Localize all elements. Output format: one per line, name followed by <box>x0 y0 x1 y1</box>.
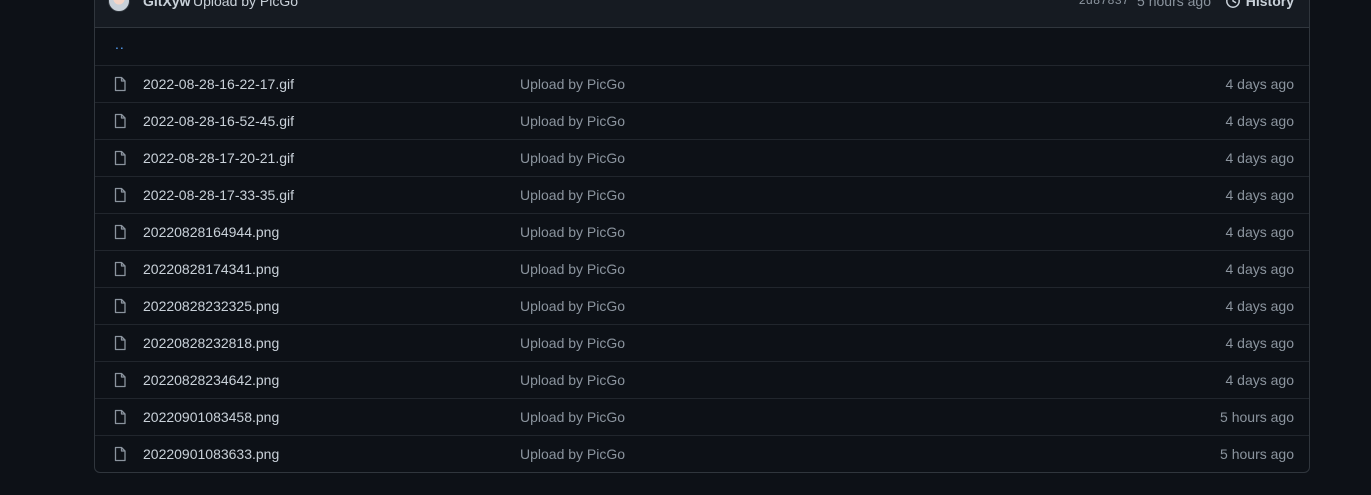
history-button[interactable]: History <box>1225 0 1294 9</box>
file-browser: GitXyw Upload by PicGo 2d87837 5 hours a… <box>94 0 1310 473</box>
file-row[interactable]: 20220901083458.png Upload by PicGo 5 hours… <box>95 398 1309 434</box>
commit-message[interactable]: Upload by PicGo <box>193 0 298 9</box>
file-name-link[interactable]: 20220828232818.png <box>143 335 279 351</box>
file-name-link[interactable]: 20220828164944.png <box>143 224 279 240</box>
commit-time: 5 hours ago <box>1137 0 1211 9</box>
file-commit-message[interactable]: Upload by PicGo <box>520 187 625 203</box>
file-name-link[interactable]: 2022-08-28-17-20-21.gif <box>143 150 294 166</box>
file-age: 4 days ago <box>1225 372 1295 388</box>
file-name-link[interactable]: 20220828232325.png <box>143 298 279 314</box>
file-row[interactable]: 20220828234642.png Upload by PicGo 4 days … <box>95 361 1309 397</box>
commit-sha[interactable]: 2d87837 <box>1079 0 1129 8</box>
file-age: 4 days ago <box>1225 187 1295 203</box>
file-name-link[interactable]: 2022-08-28-16-52-45.gif <box>143 113 294 129</box>
file-name-link[interactable]: 2022-08-28-16-22-17.gif <box>143 76 294 92</box>
file-commit-message[interactable]: Upload by PicGo <box>520 150 625 166</box>
file-icon <box>114 224 126 240</box>
parent-directory-row[interactable]: .. <box>95 28 1309 64</box>
file-icon <box>114 76 126 92</box>
latest-commit-bar: GitXyw Upload by PicGo 2d87837 5 hours a… <box>95 0 1309 28</box>
file-name-link[interactable]: 2022-08-28-17-33-35.gif <box>143 187 294 203</box>
file-name-link[interactable]: 20220901083633.png <box>143 446 279 462</box>
file-age: 4 days ago <box>1225 150 1295 166</box>
file-row[interactable]: 20220828232818.png Upload by PicGo 4 days … <box>95 324 1309 360</box>
clock-icon <box>1225 0 1240 8</box>
file-age: 5 hours ago <box>1220 409 1294 425</box>
author-avatar[interactable] <box>108 0 130 12</box>
file-icon <box>114 298 126 314</box>
file-commit-message[interactable]: Upload by PicGo <box>520 224 625 240</box>
file-icon <box>114 335 126 351</box>
file-name-link[interactable]: 20220901083458.png <box>143 409 279 425</box>
file-age: 4 days ago <box>1225 224 1295 240</box>
file-commit-message[interactable]: Upload by PicGo <box>520 372 625 388</box>
file-commit-message[interactable]: Upload by PicGo <box>520 335 625 351</box>
history-label: History <box>1245 0 1294 9</box>
file-age: 4 days ago <box>1225 261 1295 277</box>
file-age: 4 days ago <box>1225 113 1295 129</box>
file-row[interactable]: 2022-08-28-16-22-17.gif Upload by PicGo 4 … <box>95 65 1309 101</box>
file-age: 4 days ago <box>1225 76 1295 92</box>
file-commit-message[interactable]: Upload by PicGo <box>520 446 625 462</box>
file-age: 4 days ago <box>1225 298 1295 314</box>
file-icon <box>114 150 126 166</box>
file-commit-message[interactable]: Upload by PicGo <box>520 76 625 92</box>
file-icon <box>114 409 126 425</box>
file-icon <box>114 372 126 388</box>
file-age: 5 hours ago <box>1220 446 1294 462</box>
file-row[interactable]: 2022-08-28-17-20-21.gif Upload by PicGo 4 … <box>95 139 1309 175</box>
file-row[interactable]: 2022-08-28-16-52-45.gif Upload by PicGo 4 … <box>95 102 1309 138</box>
file-icon <box>114 187 126 203</box>
file-icon <box>114 113 126 129</box>
file-name-link[interactable]: 20220828234642.png <box>143 372 279 388</box>
file-commit-message[interactable]: Upload by PicGo <box>520 113 625 129</box>
file-age: 4 days ago <box>1225 335 1295 351</box>
commit-author[interactable]: GitXyw <box>143 0 190 9</box>
file-commit-message[interactable]: Upload by PicGo <box>520 409 625 425</box>
parent-directory-link[interactable]: .. <box>115 36 125 52</box>
file-icon <box>114 261 126 277</box>
file-row[interactable]: 20220901083633.png Upload by PicGo 5 hours… <box>95 435 1309 471</box>
file-row[interactable]: 2022-08-28-17-33-35.gif Upload by PicGo 4 … <box>95 176 1309 212</box>
file-icon <box>114 446 126 462</box>
file-row[interactable]: 20220828232325.png Upload by PicGo 4 days … <box>95 287 1309 323</box>
file-commit-message[interactable]: Upload by PicGo <box>520 298 625 314</box>
file-row[interactable]: 20220828174341.png Upload by PicGo 4 days … <box>95 250 1309 286</box>
file-commit-message[interactable]: Upload by PicGo <box>520 261 625 277</box>
file-row[interactable]: 20220828164944.png Upload by PicGo 4 days … <box>95 213 1309 249</box>
file-name-link[interactable]: 20220828174341.png <box>143 261 279 277</box>
